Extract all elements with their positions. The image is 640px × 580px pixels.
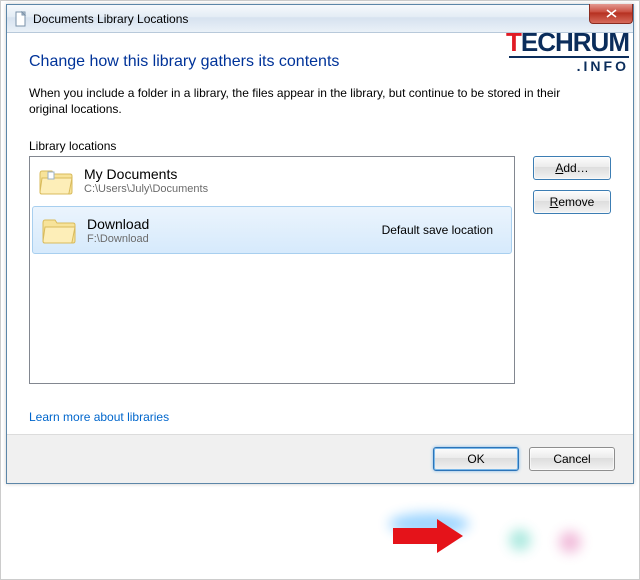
add-button[interactable]: Add… — [533, 156, 611, 180]
list-item[interactable]: Download F:\Download Default save locati… — [32, 206, 512, 254]
side-buttons: Add… Remove — [533, 156, 611, 214]
button-bar: OK Cancel — [7, 434, 633, 483]
item-name: Download — [87, 216, 382, 232]
folder-icon — [38, 166, 74, 196]
window-title: Documents Library Locations — [33, 12, 188, 26]
item-path: C:\Users\July\Documents — [84, 183, 496, 195]
locations-list[interactable]: My Documents C:\Users\July\Documents Dow… — [29, 156, 515, 384]
titlebar[interactable]: Documents Library Locations — [7, 5, 633, 33]
cancel-button[interactable]: Cancel — [529, 447, 615, 471]
locations-label: Library locations — [29, 139, 611, 153]
remove-button[interactable]: Remove — [533, 190, 611, 214]
document-icon — [13, 11, 29, 27]
item-path: F:\Download — [87, 233, 382, 245]
dialog-window: Documents Library Locations Change how t… — [6, 4, 634, 484]
decorative-blur — [389, 509, 599, 559]
item-default-label: Default save location — [382, 223, 493, 237]
close-button[interactable] — [589, 4, 633, 24]
learn-more-link[interactable]: Learn more about libraries — [29, 410, 169, 424]
heading: Change how this library gathers its cont… — [29, 53, 611, 71]
annotation-arrow-icon — [393, 519, 463, 553]
list-item[interactable]: My Documents C:\Users\July\Documents — [30, 157, 514, 205]
item-name: My Documents — [84, 166, 496, 182]
dialog-content: Change how this library gathers its cont… — [7, 33, 633, 434]
ok-button[interactable]: OK — [433, 447, 519, 471]
description: When you include a folder in a library, … — [29, 85, 599, 117]
folder-icon — [41, 215, 77, 245]
